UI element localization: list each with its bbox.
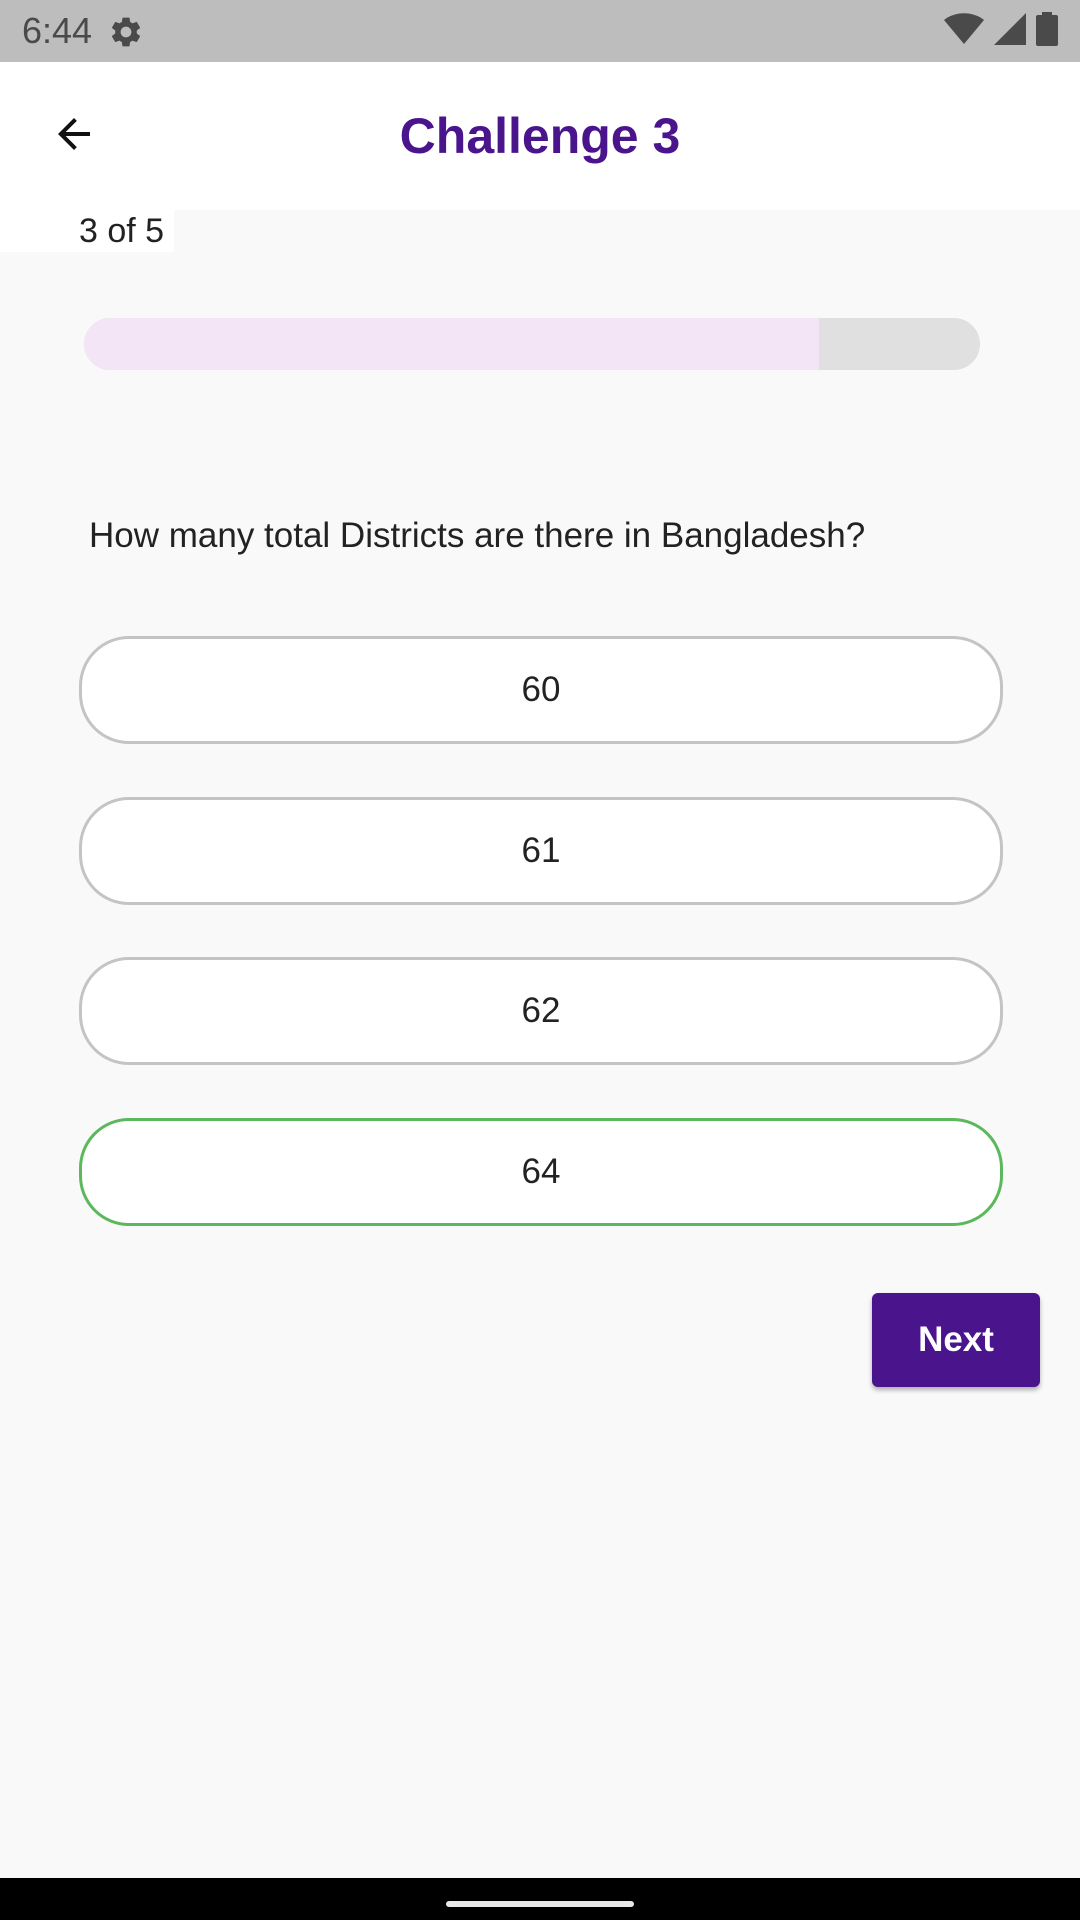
battery-icon bbox=[1036, 11, 1058, 51]
option-label: 62 bbox=[521, 991, 561, 1030]
app-bar: Challenge 3 bbox=[0, 62, 1080, 210]
option-button[interactable]: 62 bbox=[79, 957, 1003, 1065]
option-label: 64 bbox=[521, 1152, 561, 1191]
signal-icon bbox=[994, 12, 1026, 50]
next-button[interactable]: Next bbox=[872, 1293, 1040, 1387]
option-label: 61 bbox=[521, 831, 561, 870]
progress-label: 3 of 5 bbox=[79, 212, 165, 250]
question-text: How many total Districts are there in Ba… bbox=[89, 516, 866, 555]
navigation-bar bbox=[0, 1878, 1080, 1920]
status-icons bbox=[944, 11, 1058, 51]
wifi-icon bbox=[944, 12, 984, 50]
option-button[interactable]: 60 bbox=[79, 636, 1003, 744]
home-handle[interactable] bbox=[446, 1901, 634, 1907]
progress-bar bbox=[84, 318, 980, 370]
progress-bar-fill bbox=[84, 318, 819, 370]
progress-label-container: 3 of 5 bbox=[0, 210, 174, 252]
option-button-correct[interactable]: 64 bbox=[79, 1118, 1003, 1226]
status-bar: 6:44 bbox=[0, 0, 1080, 62]
option-label: 60 bbox=[521, 670, 561, 709]
status-time: 6:44 bbox=[22, 10, 93, 51]
page-title: Challenge 3 bbox=[399, 108, 681, 164]
option-button[interactable]: 61 bbox=[79, 797, 1003, 905]
gear-icon bbox=[108, 14, 144, 50]
